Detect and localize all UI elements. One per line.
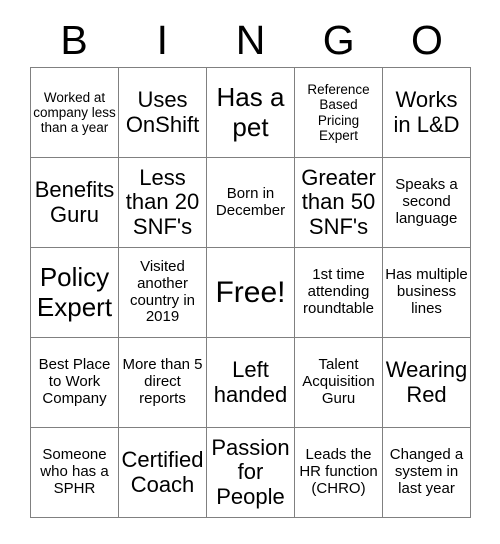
bingo-cell-label: Visited another country in 2019 — [129, 257, 196, 326]
bingo-cell[interactable]: Someone who has a SPHR — [31, 428, 119, 518]
bingo-cell[interactable]: Best Place to Work Company — [31, 338, 119, 428]
bingo-cell[interactable]: Policy Expert — [31, 248, 119, 338]
bingo-cell[interactable]: Changed a system in last year — [383, 428, 471, 518]
bingo-cell-label: Uses OnShift — [125, 86, 200, 137]
bingo-cell[interactable]: Visited another country in 2019 — [119, 248, 207, 338]
bingo-cell-label: Passion for People — [211, 434, 290, 509]
bingo-cell-label: Leads the HR function (CHRO) — [299, 446, 378, 497]
bingo-cell[interactable]: Less than 20 SNF's — [119, 158, 207, 248]
bingo-grid: Worked at company less than a year Uses O… — [30, 67, 471, 518]
bingo-cell[interactable]: Certified Coach — [119, 428, 207, 518]
bingo-card: B I N G O Worked at company less than a … — [0, 0, 500, 544]
bingo-cell-label: Policy Expert — [36, 262, 113, 322]
bingo-cell[interactable]: Wearing Red — [383, 338, 471, 428]
bingo-cell-label: Benefits Guru — [34, 176, 115, 227]
bingo-cell-label: Worked at company less than a year — [33, 89, 116, 136]
bingo-cell[interactable]: Passion for People — [207, 428, 295, 518]
bingo-cell-label: More than 5 direct reports — [122, 356, 203, 407]
bingo-cell[interactable]: 1st time attending roundtable — [295, 248, 383, 338]
bingo-cell[interactable]: Uses OnShift — [119, 68, 207, 158]
bingo-cell[interactable]: Greater than 50 SNF's — [295, 158, 383, 248]
bingo-cell[interactable]: Has a pet — [207, 68, 295, 158]
bingo-cell-label: Left handed — [213, 356, 288, 407]
bingo-cell[interactable]: More than 5 direct reports — [119, 338, 207, 428]
bingo-cell-label: Certified Coach — [121, 446, 204, 497]
bingo-cell[interactable]: Worked at company less than a year — [31, 68, 119, 158]
bingo-cell[interactable]: Talent Acquisition Guru — [295, 338, 383, 428]
bingo-cell-label: Has multiple business lines — [385, 266, 468, 317]
bingo-cell-label: Greater than 50 SNF's — [301, 164, 376, 239]
header-letter-o: O — [410, 17, 443, 63]
bingo-cell-label: Someone who has a SPHR — [40, 446, 109, 497]
bingo-cell[interactable]: Has multiple business lines — [383, 248, 471, 338]
bingo-cell[interactable]: Leads the HR function (CHRO) — [295, 428, 383, 518]
header-letter-g: G — [322, 17, 355, 63]
header-letter-i: I — [156, 17, 168, 63]
bingo-header: B I N G O — [30, 14, 471, 67]
bingo-cell-label: Works in L&D — [393, 86, 460, 137]
bingo-cell[interactable]: Speaks a second language — [383, 158, 471, 248]
bingo-cell-label: Wearing Red — [385, 356, 468, 407]
bingo-cell-label: Talent Acquisition Guru — [302, 356, 375, 407]
bingo-cell[interactable]: Free! — [207, 248, 295, 338]
bingo-cell[interactable]: Born in December — [207, 158, 295, 248]
bingo-cell-label: 1st time attending roundtable — [303, 266, 374, 317]
header-letter-n: N — [235, 17, 266, 63]
bingo-cell-label: Born in December — [215, 184, 286, 219]
bingo-cell-label: Changed a system in last year — [389, 446, 464, 497]
bingo-cell[interactable]: Reference Based Pricing Expert — [295, 68, 383, 158]
bingo-cell-label: Best Place to Work Company — [38, 356, 111, 407]
bingo-cell-label: Speaks a second language — [395, 176, 458, 227]
bingo-cell-label: Has a pet — [216, 82, 285, 142]
header-letter-b: B — [60, 17, 88, 63]
bingo-cell[interactable]: Benefits Guru — [31, 158, 119, 248]
bingo-cell-label: Free! — [215, 275, 286, 309]
bingo-cell[interactable]: Works in L&D — [383, 68, 471, 158]
bingo-cell-label: Reference Based Pricing Expert — [307, 82, 370, 143]
bingo-cell-label: Less than 20 SNF's — [125, 164, 200, 239]
bingo-cell[interactable]: Left handed — [207, 338, 295, 428]
